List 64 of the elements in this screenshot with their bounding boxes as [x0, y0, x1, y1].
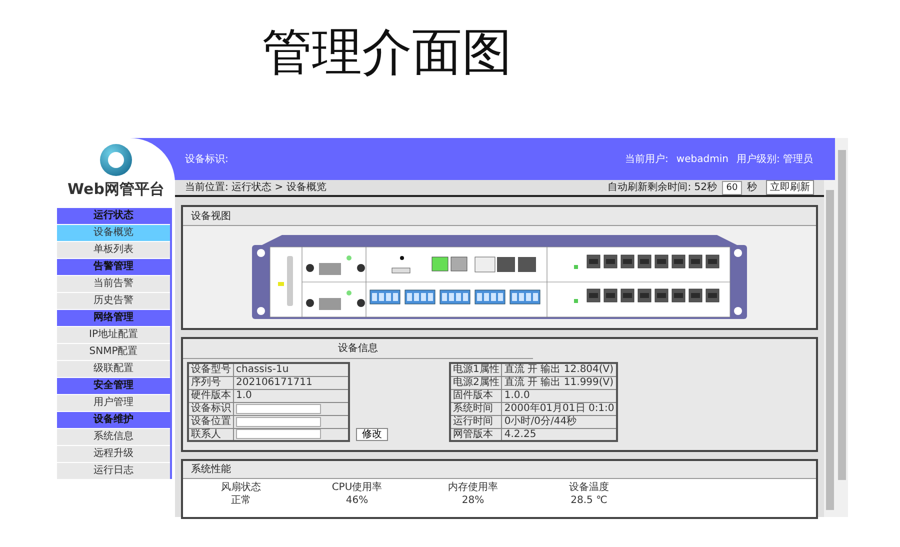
sidebar-item[interactable]: 设备概览 — [57, 225, 170, 241]
refresh-now-button[interactable]: 立即刷新 — [766, 180, 814, 195]
current-user-label: 当前用户: — [625, 152, 668, 166]
sidebar-item[interactable]: IP地址配置 — [57, 327, 170, 343]
table-cell: 联系人 — [188, 428, 234, 441]
metric-label: 内存使用率 — [448, 481, 498, 494]
sidebar-section-header[interactable]: 网络管理 — [57, 310, 170, 326]
metric-value: 28% — [462, 494, 484, 507]
logo-text: Web网管平台 — [68, 179, 164, 200]
metric-value: 正常 — [231, 494, 251, 507]
table-cell: 设备标识 — [188, 402, 234, 415]
table-cell: 硬件版本 — [188, 389, 234, 402]
table-cell: chassis-1u — [234, 363, 349, 376]
metric-label: CPU使用率 — [332, 481, 382, 494]
sidebar-item[interactable]: 用户管理 — [57, 395, 170, 411]
scrollbar[interactable] — [824, 180, 835, 517]
sidebar-item[interactable]: 级联配置 — [57, 361, 170, 377]
metric-value: 28.5 ℃ — [570, 494, 608, 507]
sidebar-section-header[interactable]: 告警管理 — [57, 259, 170, 275]
input-field[interactable] — [236, 404, 321, 414]
metric-label: 风扇状态 — [221, 481, 261, 494]
breadcrumb: 当前位置: 运行状态 > 设备概览 — [185, 180, 326, 195]
input-field[interactable] — [236, 429, 321, 440]
table-cell: 电源1属性 — [450, 363, 502, 376]
table-cell: 序列号 — [188, 376, 234, 389]
table-cell: 运行时间 — [450, 415, 502, 428]
table-cell: 直流 开 输出 12.804(V) — [502, 363, 618, 376]
sidebar-item[interactable]: 远程升级 — [57, 446, 170, 462]
table-cell: 系统时间 — [450, 402, 502, 415]
sidebar-section-header[interactable]: 运行状态 — [57, 208, 170, 224]
table-cell: 直流 开 输出 11.999(V) — [502, 376, 618, 389]
scrollbar[interactable] — [835, 138, 848, 517]
sidebar-item[interactable]: 当前告警 — [57, 276, 170, 292]
refresh-countdown: 自动刷新剩余时间: 52秒 — [608, 180, 717, 195]
sidebar-item[interactable]: SNMP配置 — [57, 344, 170, 360]
sidebar-item[interactable]: 单板列表 — [57, 242, 170, 258]
sidebar-item[interactable]: 历史告警 — [57, 293, 170, 309]
panel-title: 设备视图 — [191, 210, 231, 224]
input-field[interactable] — [236, 416, 321, 426]
panel-title: 系统性能 — [191, 462, 231, 477]
device-id-label: 设备标识: — [185, 152, 228, 166]
metric-value: 46% — [346, 494, 368, 507]
table-cell: 202106171711 — [234, 376, 349, 389]
refresh-interval-field[interactable]: 60 — [722, 180, 742, 194]
page-title: 管理介面图 — [262, 22, 512, 83]
panel-title: 设备信息 — [338, 342, 378, 356]
table-cell: 2000年01月01日 0:1:0 — [502, 402, 618, 415]
refresh-unit: 秒 — [747, 180, 757, 195]
table-cell: 设备位置 — [188, 415, 234, 428]
table-cell: 固件版本 — [450, 389, 502, 402]
table-cell: 1.0 — [234, 389, 349, 402]
sidebar-section-header[interactable]: 设备维护 — [57, 412, 170, 428]
user-level: 用户级别: 管理员 — [736, 152, 813, 166]
current-user: webadmin — [676, 152, 728, 166]
table-cell: 电源2属性 — [450, 376, 502, 389]
logo-icon — [100, 144, 132, 176]
sidebar-item[interactable]: 系统信息 — [57, 429, 170, 445]
modify-button[interactable]: 修改 — [356, 428, 388, 441]
metric-label: 设备温度 — [569, 481, 609, 494]
sidebar-section-header[interactable]: 安全管理 — [57, 378, 170, 394]
table-cell: 1.0.0 — [502, 389, 618, 402]
table-cell: 设备型号 — [188, 363, 234, 376]
sidebar-item[interactable]: 运行日志 — [57, 463, 170, 479]
table-cell: 0小时/0分/44秒 — [502, 415, 618, 428]
